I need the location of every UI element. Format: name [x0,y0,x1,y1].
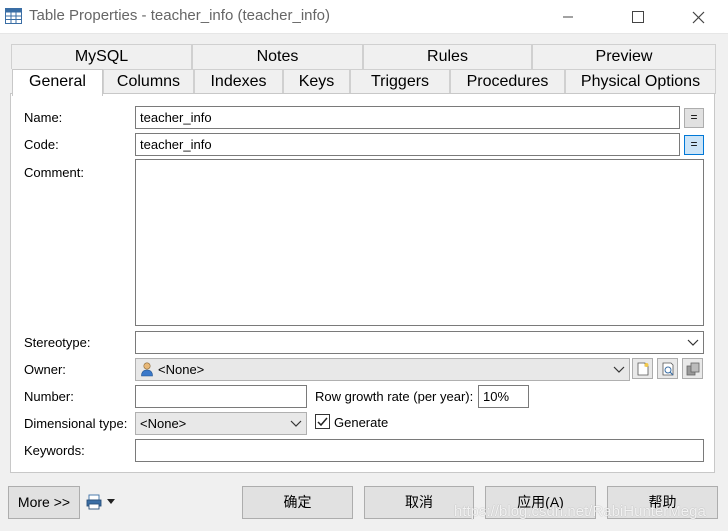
title-bar: Table Properties - teacher_info (teacher… [0,0,728,34]
close-icon [692,11,704,23]
tab-keys[interactable]: Keys [283,69,350,94]
tab-notes[interactable]: Notes [192,44,363,69]
print-icon [86,494,102,510]
new-object-icon [637,362,648,375]
close-button[interactable] [675,0,721,34]
properties-icon [662,362,673,375]
tab-procedures[interactable]: Procedures [450,69,565,94]
chevron-down-icon [613,366,625,373]
maximize-icon [632,11,644,23]
comment-textarea[interactable] [135,159,704,326]
number-field[interactable] [135,385,307,408]
tab-rules[interactable]: Rules [363,44,532,69]
tab-indexes[interactable]: Indexes [194,69,283,94]
chevron-down-icon [687,339,699,346]
owner-value: <None> [158,362,205,377]
tab-preview[interactable]: Preview [532,44,716,69]
ok-button[interactable]: 确定 [242,486,353,519]
owner-label: Owner: [24,362,66,377]
keywords-label: Keywords: [24,443,85,458]
table-icon [5,8,22,24]
maximize-button[interactable] [615,0,661,34]
owner-combo[interactable]: <None> [135,358,630,381]
tab-triggers[interactable]: Triggers [350,69,450,94]
owner-properties-button[interactable] [657,358,678,379]
minimize-button[interactable] [545,0,591,34]
keywords-field[interactable] [135,439,704,462]
code-label: Code: [24,137,59,152]
comment-label: Comment: [24,165,84,180]
dimensional-type-combo[interactable]: <None> [135,412,307,435]
name-field[interactable]: teacher_info [135,106,680,129]
print-button[interactable] [86,492,122,512]
user-icon [141,362,153,377]
checkmark-icon [317,417,328,427]
stereotype-combo[interactable] [135,331,704,354]
dropdown-arrow-icon [107,499,115,504]
name-code-sync-button[interactable]: = [684,108,704,128]
window-title: Table Properties - teacher_info (teacher… [29,7,330,24]
row-growth-label: Row growth rate (per year): [315,389,474,404]
minimize-icon [563,16,573,18]
generate-label: Generate [334,415,389,430]
dimensional-type-value: <None> [140,416,187,431]
dimensional-type-label: Dimensional type: [24,416,128,431]
tab-general[interactable]: General [12,69,103,96]
tab-physical-options[interactable]: Physical Options [565,69,716,94]
select-object-icon [686,362,699,375]
code-field[interactable]: teacher_info [135,133,680,156]
number-label: Number: [24,389,74,404]
stereotype-label: Stereotype: [24,335,91,350]
row-growth-field[interactable]: 10% [478,385,529,408]
name-label: Name: [24,110,63,125]
chevron-down-icon [290,420,302,427]
watermark: https://blog.csdn.net/RabiHunterMega [454,503,706,520]
select-owner-button[interactable] [682,358,703,379]
generate-checkbox[interactable] [315,414,330,429]
tab-mysql[interactable]: MySQL [11,44,192,69]
code-sync-button[interactable]: = [684,135,704,155]
new-owner-button[interactable] [632,358,653,379]
tab-columns[interactable]: Columns [103,69,194,94]
more-button[interactable]: More >> [8,486,80,519]
